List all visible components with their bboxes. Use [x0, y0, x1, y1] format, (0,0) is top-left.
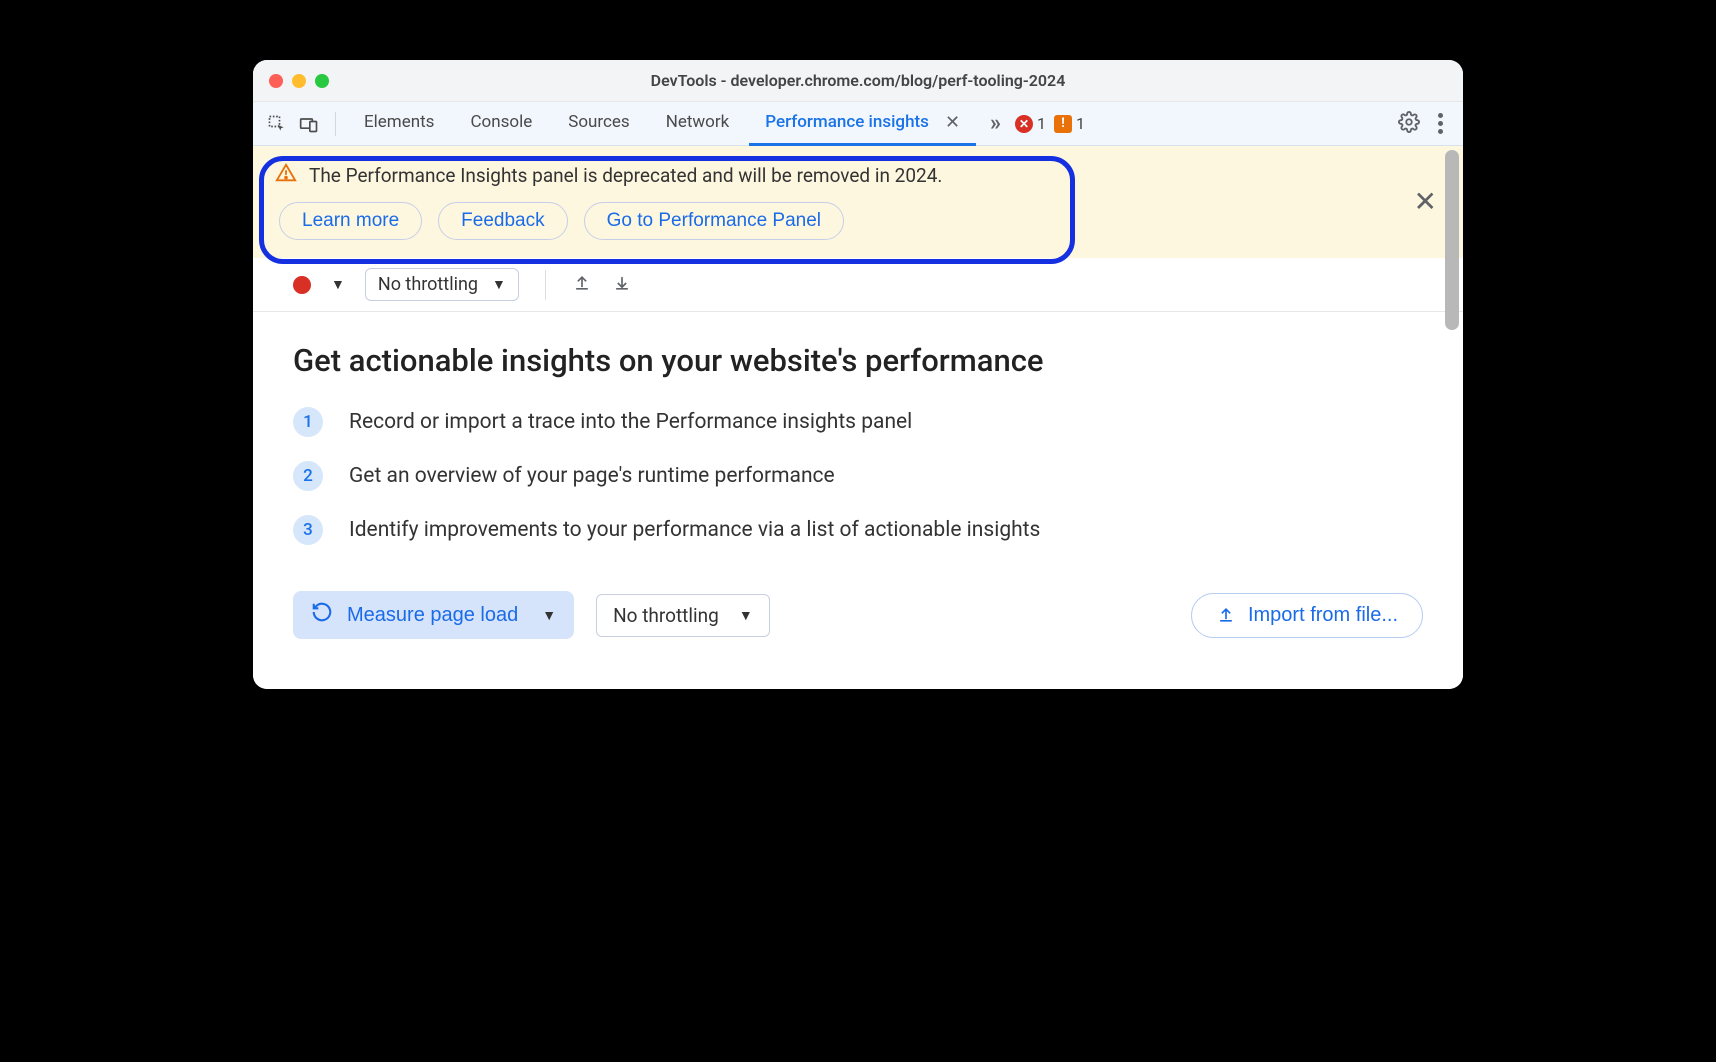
record-button[interactable]	[293, 276, 311, 294]
tabbar: Elements Console Sources Network Perform…	[253, 102, 1463, 146]
tab-elements[interactable]: Elements	[348, 102, 450, 146]
step-item: 1 Record or import a trace into the Perf…	[293, 407, 1423, 437]
chevron-down-icon: ▼	[739, 607, 753, 624]
throttling-value: No throttling	[378, 274, 478, 295]
step-number: 3	[293, 515, 323, 545]
tab-performance-insights[interactable]: Performance insights ✕	[749, 102, 976, 146]
recording-toolbar: ▼ No throttling ▼	[253, 258, 1463, 312]
throttling-select[interactable]: No throttling ▼	[365, 268, 519, 301]
steps-list: 1 Record or import a trace into the Perf…	[293, 407, 1423, 545]
step-number: 2	[293, 461, 323, 491]
error-count: 1	[1037, 114, 1046, 133]
divider	[335, 112, 336, 136]
step-text: Record or import a trace into the Perfor…	[349, 410, 912, 434]
warning-count: 1	[1076, 114, 1085, 133]
measure-page-load-button[interactable]: Measure page load ▼	[293, 591, 574, 639]
measure-label: Measure page load	[347, 604, 518, 627]
titlebar: DevTools - developer.chrome.com/blog/per…	[253, 60, 1463, 102]
import-from-file-button[interactable]: Import from file...	[1191, 593, 1423, 638]
throttling-value: No throttling	[613, 604, 719, 627]
error-badge[interactable]: ✕ 1	[1015, 114, 1046, 133]
import-icon[interactable]	[612, 273, 632, 297]
tab-console[interactable]: Console	[454, 102, 548, 146]
deprecation-message: The Performance Insights panel is deprec…	[309, 164, 942, 187]
import-label: Import from file...	[1248, 604, 1398, 627]
close-banner-icon[interactable]: ✕	[1414, 188, 1437, 216]
action-row: Measure page load ▼ No throttling ▼ Impo…	[293, 591, 1423, 639]
tab-label: Network	[666, 112, 730, 132]
window-close-button[interactable]	[269, 74, 283, 88]
chevron-down-icon: ▼	[492, 276, 506, 293]
step-number: 1	[293, 407, 323, 437]
tab-network[interactable]: Network	[650, 102, 746, 146]
step-text: Get an overview of your page's runtime p…	[349, 464, 835, 488]
export-icon[interactable]	[572, 273, 592, 297]
close-tab-icon[interactable]: ✕	[945, 112, 960, 133]
window-minimize-button[interactable]	[292, 74, 306, 88]
tab-label: Sources	[568, 112, 629, 132]
record-options-dropdown[interactable]: ▼	[331, 276, 345, 293]
window-title: DevTools - developer.chrome.com/blog/per…	[253, 71, 1463, 90]
kebab-menu-icon[interactable]	[1434, 109, 1447, 138]
tab-label: Elements	[364, 112, 434, 132]
scrollbar[interactable]	[1445, 150, 1459, 330]
main-content: Get actionable insights on your website'…	[253, 312, 1463, 689]
more-tabs-icon[interactable]: »	[990, 111, 1001, 136]
tab-label: Performance insights	[765, 112, 929, 132]
warning-icon: !	[1054, 115, 1072, 133]
window-maximize-button[interactable]	[315, 74, 329, 88]
warning-badge[interactable]: ! 1	[1054, 114, 1085, 133]
device-toolbar-icon[interactable]	[295, 110, 323, 138]
devtools-window: DevTools - developer.chrome.com/blog/per…	[253, 60, 1463, 689]
refresh-icon	[311, 601, 333, 629]
chevron-down-icon: ▼	[542, 607, 556, 623]
page-heading: Get actionable insights on your website'…	[293, 342, 1423, 379]
learn-more-button[interactable]: Learn more	[279, 202, 422, 240]
error-icon: ✕	[1015, 115, 1033, 133]
right-icons	[1398, 109, 1453, 138]
throttling-select-main[interactable]: No throttling ▼	[596, 594, 770, 637]
warning-triangle-icon	[275, 162, 297, 188]
step-item: 3 Identify improvements to your performa…	[293, 515, 1423, 545]
inspect-element-icon[interactable]	[263, 110, 291, 138]
status-badges: ✕ 1 ! 1	[1015, 114, 1085, 133]
feedback-button[interactable]: Feedback	[438, 202, 567, 240]
tab-sources[interactable]: Sources	[552, 102, 645, 146]
traffic-lights	[269, 74, 329, 88]
step-item: 2 Get an overview of your page's runtime…	[293, 461, 1423, 491]
goto-performance-panel-button[interactable]: Go to Performance Panel	[584, 202, 844, 240]
tab-label: Console	[470, 112, 532, 132]
divider	[545, 270, 546, 300]
scroll-area: The Performance Insights panel is deprec…	[253, 146, 1463, 689]
step-text: Identify improvements to your performanc…	[349, 518, 1040, 542]
deprecation-banner: The Performance Insights panel is deprec…	[253, 146, 1463, 258]
settings-icon[interactable]	[1398, 111, 1420, 137]
